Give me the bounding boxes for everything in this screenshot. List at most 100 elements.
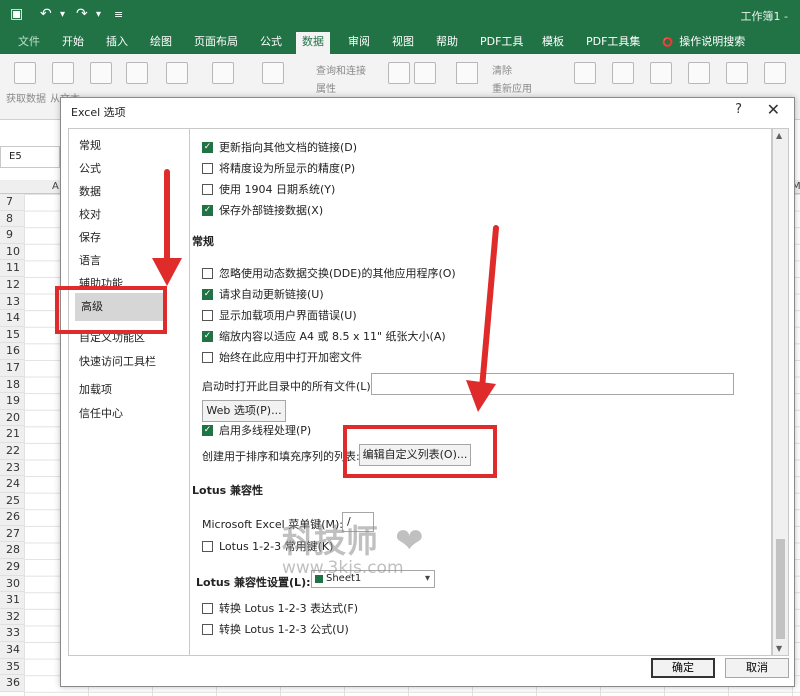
row-header[interactable]: 32 bbox=[0, 608, 24, 626]
row-header[interactable]: 36 bbox=[0, 675, 24, 692]
checkbox-unchecked-icon[interactable] bbox=[202, 351, 213, 363]
row-header[interactable]: 10 bbox=[0, 243, 24, 261]
recent-sources-icon[interactable] bbox=[166, 62, 188, 84]
cancel-button[interactable]: 取消 bbox=[725, 658, 789, 678]
row-header[interactable]: 31 bbox=[0, 592, 24, 609]
row-header[interactable]: 20 bbox=[0, 409, 24, 427]
option-show-addin-errors[interactable]: 显示加载项用户界面错误(U) bbox=[202, 307, 357, 323]
nav-quick-access-toolbar[interactable]: 快速访问工具栏 bbox=[79, 353, 156, 369]
row-header[interactable]: 30 bbox=[0, 575, 24, 593]
nav-save[interactable]: 保存 bbox=[79, 229, 101, 245]
text-to-columns-icon[interactable] bbox=[574, 62, 596, 84]
undo-icon[interactable]: ↶ bbox=[40, 6, 52, 22]
scroll-up-icon[interactable]: ▲ bbox=[776, 131, 782, 140]
nav-formulas[interactable]: 公式 bbox=[79, 160, 101, 176]
help-icon[interactable]: ? bbox=[735, 102, 742, 117]
refresh-all-icon[interactable] bbox=[262, 62, 284, 84]
tab-pdf-tools[interactable]: PDF工具 bbox=[474, 34, 529, 54]
redo-dropdown-icon[interactable]: ▾ bbox=[96, 9, 101, 20]
options-scrollbar[interactable]: ▲ ▼ bbox=[772, 128, 789, 656]
nav-proofing[interactable]: 校对 bbox=[79, 206, 101, 222]
row-header[interactable]: 15 bbox=[0, 326, 24, 344]
flash-fill-icon[interactable] bbox=[612, 62, 634, 84]
row-header[interactable]: 29 bbox=[0, 559, 24, 576]
checkbox-unchecked-icon[interactable] bbox=[202, 623, 213, 635]
redo-icon[interactable]: ↷ bbox=[76, 6, 88, 22]
tab-pdf-toolset[interactable]: PDF工具集 bbox=[580, 34, 646, 54]
row-header[interactable]: 21 bbox=[0, 426, 24, 443]
option-ignore-dde[interactable]: 忽略使用动态数据交换(DDE)的其他应用程序(O) bbox=[202, 265, 456, 281]
row-header[interactable]: 12 bbox=[0, 276, 24, 294]
name-box[interactable]: E5 bbox=[0, 146, 60, 168]
properties-label[interactable]: 属性 bbox=[316, 80, 336, 95]
get-data-icon[interactable] bbox=[14, 62, 36, 84]
row-header[interactable]: 7 bbox=[0, 194, 24, 211]
from-text-icon[interactable] bbox=[52, 62, 74, 84]
filter-icon[interactable] bbox=[456, 62, 478, 84]
row-header[interactable]: 28 bbox=[0, 542, 24, 560]
tab-help[interactable]: 帮助 bbox=[430, 34, 464, 54]
checkbox-unchecked-icon[interactable] bbox=[202, 540, 213, 552]
tab-home[interactable]: 开始 bbox=[56, 34, 90, 54]
nav-add-ins[interactable]: 加载项 bbox=[79, 381, 112, 397]
column-a-header[interactable]: A bbox=[52, 181, 59, 192]
row-header[interactable]: 18 bbox=[0, 376, 24, 394]
nav-general[interactable]: 常规 bbox=[79, 137, 101, 153]
row-header[interactable]: 22 bbox=[0, 442, 24, 460]
checkbox-unchecked-icon[interactable] bbox=[202, 267, 213, 279]
close-icon[interactable]: ✕ bbox=[767, 100, 780, 119]
row-header[interactable]: 33 bbox=[0, 625, 24, 643]
row-header[interactable]: 8 bbox=[0, 210, 24, 228]
checkbox-unchecked-icon[interactable] bbox=[202, 309, 213, 321]
startup-folder-input[interactable] bbox=[371, 373, 734, 395]
row-header[interactable]: 13 bbox=[0, 293, 24, 311]
option-multithread[interactable]: ✓ 启用多线程处理(P) bbox=[202, 422, 311, 438]
checkbox-unchecked-icon[interactable] bbox=[202, 602, 213, 614]
option-update-links[interactable]: ✓ 更新指向其他文档的链接(D) bbox=[202, 139, 357, 155]
data-validation-icon[interactable] bbox=[688, 62, 710, 84]
row-header[interactable]: 9 bbox=[0, 227, 24, 244]
row-header[interactable]: 11 bbox=[0, 260, 24, 277]
row-header[interactable]: 34 bbox=[0, 642, 24, 659]
customize-toolbar-icon[interactable]: ≡ bbox=[114, 8, 123, 21]
nav-trust-center[interactable]: 信任中心 bbox=[79, 405, 123, 421]
checkbox-checked-icon[interactable]: ✓ bbox=[202, 288, 213, 300]
row-header[interactable]: 19 bbox=[0, 393, 24, 410]
remove-duplicates-icon[interactable] bbox=[650, 62, 672, 84]
from-table-icon[interactable] bbox=[126, 62, 148, 84]
row-header[interactable]: 23 bbox=[0, 459, 24, 477]
tab-review[interactable]: 审阅 bbox=[342, 34, 376, 54]
sort-dialog-icon[interactable] bbox=[414, 62, 436, 84]
option-save-external-link[interactable]: ✓ 保存外部链接数据(X) bbox=[202, 202, 323, 218]
tab-draw[interactable]: 绘图 bbox=[144, 34, 178, 54]
tab-templates[interactable]: 模板 bbox=[536, 34, 570, 54]
checkbox-unchecked-icon[interactable] bbox=[202, 162, 213, 174]
row-header[interactable]: 35 bbox=[0, 658, 24, 676]
row-header[interactable]: 26 bbox=[0, 509, 24, 526]
ok-button[interactable]: 确定 bbox=[651, 658, 715, 678]
option-lotus-formulas[interactable]: 转换 Lotus 1-2-3 公式(U) bbox=[202, 621, 349, 637]
tell-me-search[interactable]: 操作说明搜索 bbox=[656, 34, 751, 54]
from-web-icon[interactable] bbox=[90, 62, 112, 84]
sort-az-icon[interactable] bbox=[388, 62, 410, 84]
option-scale-a4[interactable]: ✓ 缩放内容以适应 A4 或 8.5 x 11" 纸张大小(A) bbox=[202, 328, 446, 344]
tab-formulas[interactable]: 公式 bbox=[254, 34, 288, 54]
tab-view[interactable]: 视图 bbox=[386, 34, 420, 54]
row-header[interactable]: 27 bbox=[0, 525, 24, 543]
checkbox-checked-icon[interactable]: ✓ bbox=[202, 424, 213, 436]
option-lotus-expressions[interactable]: 转换 Lotus 1-2-3 表达式(F) bbox=[202, 600, 358, 616]
row-header[interactable]: 16 bbox=[0, 343, 24, 360]
row-header[interactable]: 14 bbox=[0, 310, 24, 327]
reapply-label[interactable]: 重新应用 bbox=[492, 80, 532, 95]
tab-file[interactable]: 文件 bbox=[12, 34, 46, 54]
scroll-thumb[interactable] bbox=[776, 539, 785, 639]
checkbox-checked-icon[interactable]: ✓ bbox=[202, 141, 213, 153]
nav-data[interactable]: 数据 bbox=[79, 183, 101, 199]
web-options-button[interactable]: Web 选项(P)... bbox=[202, 400, 286, 422]
checkbox-checked-icon[interactable]: ✓ bbox=[202, 204, 213, 216]
undo-dropdown-icon[interactable]: ▾ bbox=[60, 9, 65, 20]
tab-page-layout[interactable]: 页面布局 bbox=[188, 34, 244, 54]
clear-label[interactable]: 清除 bbox=[492, 62, 512, 77]
consolidate-icon[interactable] bbox=[726, 62, 748, 84]
save-icon[interactable]: ▣ bbox=[10, 6, 23, 22]
